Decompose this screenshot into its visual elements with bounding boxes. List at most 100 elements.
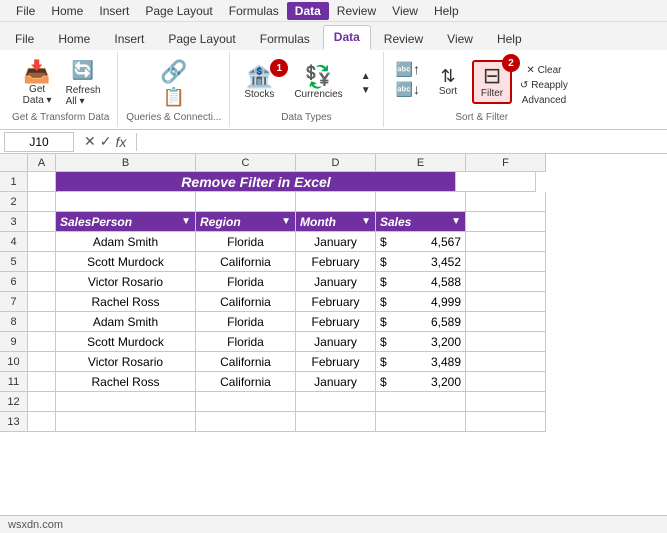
cell-b9[interactable]: Scott Murdock [56,332,196,352]
col-e-header[interactable]: E [376,154,466,172]
cell-a2[interactable] [28,192,56,212]
cell-f13[interactable] [466,412,546,432]
ribbon-tab-page layout[interactable]: Page Layout [157,27,246,50]
cell-a13[interactable] [28,412,56,432]
cell-d5[interactable]: February [296,252,376,272]
menu-item-view[interactable]: View [384,2,426,20]
ribbon-tab-insert[interactable]: Insert [103,27,155,50]
get-data-button[interactable]: 📥 GetData ▾ [17,58,58,109]
cell-c6[interactable]: Florida [196,272,296,292]
cell-c13[interactable] [196,412,296,432]
col-b-header[interactable]: B [56,154,196,172]
ribbon-tab-formulas[interactable]: Formulas [249,27,321,50]
cell-f1[interactable] [456,172,536,192]
advanced-button[interactable]: Advanced [516,94,572,107]
formula-input[interactable] [141,133,667,151]
cell-f5[interactable] [466,252,546,272]
cell-f9[interactable] [466,332,546,352]
cell-b12[interactable] [56,392,196,412]
cell-f6[interactable] [466,272,546,292]
cell-c11[interactable]: California [196,372,296,392]
cell-e5[interactable]: $3,452 [376,252,466,272]
cell-d2[interactable] [296,192,376,212]
cell-f12[interactable] [466,392,546,412]
menu-item-page layout[interactable]: Page Layout [137,2,220,20]
cell-f2[interactable] [466,192,546,212]
cell-f4[interactable] [466,232,546,252]
cell-e2[interactable] [376,192,466,212]
cell-b10[interactable]: Victor Rosario [56,352,196,372]
filter-dropdown-region[interactable]: ▼ [281,216,291,227]
cell-d9[interactable]: January [296,332,376,352]
cell-a4[interactable] [28,232,56,252]
refresh-all-button[interactable]: 🔄 [62,59,105,82]
cell-a11[interactable] [28,372,56,392]
menu-item-review[interactable]: Review [329,2,384,20]
sort-za-button[interactable]: 🔤↓ [392,80,424,99]
cell-e11[interactable]: $3,200 [376,372,466,392]
cell-f8[interactable] [466,312,546,332]
cell-b11[interactable]: Rachel Ross [56,372,196,392]
cell-c8[interactable]: Florida [196,312,296,332]
cell-b4[interactable]: Adam Smith [56,232,196,252]
col-f-header[interactable]: F [466,154,546,172]
cell-c3-region[interactable]: Region ▼ [196,212,296,232]
cell-c7[interactable]: California [196,292,296,312]
cell-a12[interactable] [28,392,56,412]
cell-b7[interactable]: Rachel Ross [56,292,196,312]
cell-a5[interactable] [28,252,56,272]
filter-dropdown-sales[interactable]: ▼ [451,216,461,227]
cell-b13[interactable] [56,412,196,432]
menu-item-help[interactable]: Help [426,2,467,20]
cell-d6[interactable]: January [296,272,376,292]
reapply-button[interactable]: ↺ Reapply [516,79,572,92]
cell-d11[interactable]: January [296,372,376,392]
ribbon-tab-file[interactable]: File [4,27,45,50]
cell-b5[interactable]: Scott Murdock [56,252,196,272]
col-d-header[interactable]: D [296,154,376,172]
menu-item-file[interactable]: File [8,2,43,20]
cell-d10[interactable]: February [296,352,376,372]
cell-d7[interactable]: February [296,292,376,312]
cell-d8[interactable]: February [296,312,376,332]
cell-b3-salesperson[interactable]: SalesPerson ▼ [56,212,196,232]
cell-c12[interactable] [196,392,296,412]
cell-e7[interactable]: $4,999 [376,292,466,312]
cell-a8[interactable] [28,312,56,332]
col-c-header[interactable]: C [196,154,296,172]
cell-c9[interactable]: Florida [196,332,296,352]
sort-az-button[interactable]: 🔤↑ [392,60,424,79]
ribbon-tab-review[interactable]: Review [373,27,434,50]
col-a-header[interactable]: A [28,154,56,172]
cell-d13[interactable] [296,412,376,432]
cell-e4[interactable]: $4,567 [376,232,466,252]
menu-item-data[interactable]: Data [287,2,329,20]
cell-f11[interactable] [466,372,546,392]
cell-e6[interactable]: $4,588 [376,272,466,292]
data-type-up[interactable]: ▲ [357,70,375,83]
cell-a7[interactable] [28,292,56,312]
cell-c5[interactable]: California [196,252,296,272]
cell-e12[interactable] [376,392,466,412]
cell-d3-month[interactable]: Month ▼ [296,212,376,232]
cell-f10[interactable] [466,352,546,372]
filter-dropdown-month[interactable]: ▼ [361,216,371,227]
cell-e8[interactable]: $6,589 [376,312,466,332]
cell-a6[interactable] [28,272,56,292]
cell-f7[interactable] [466,292,546,312]
ribbon-tab-home[interactable]: Home [47,27,101,50]
menu-item-home[interactable]: Home [43,2,91,20]
cell-e3-sales[interactable]: Sales ▼ [376,212,466,232]
cell-c4[interactable]: Florida [196,232,296,252]
cell-f3[interactable] [466,212,546,232]
name-box[interactable] [4,132,74,152]
cell-a10[interactable] [28,352,56,372]
filter-dropdown-salesperson[interactable]: ▼ [181,216,191,227]
ribbon-tab-help[interactable]: Help [486,27,533,50]
data-type-down[interactable]: ▼ [357,84,375,97]
cell-b8[interactable]: Adam Smith [56,312,196,332]
cell-b2[interactable] [56,192,196,212]
currencies-button[interactable]: 💱 Currencies [288,63,348,103]
cell-b6[interactable]: Victor Rosario [56,272,196,292]
ribbon-tab-view[interactable]: View [436,27,484,50]
